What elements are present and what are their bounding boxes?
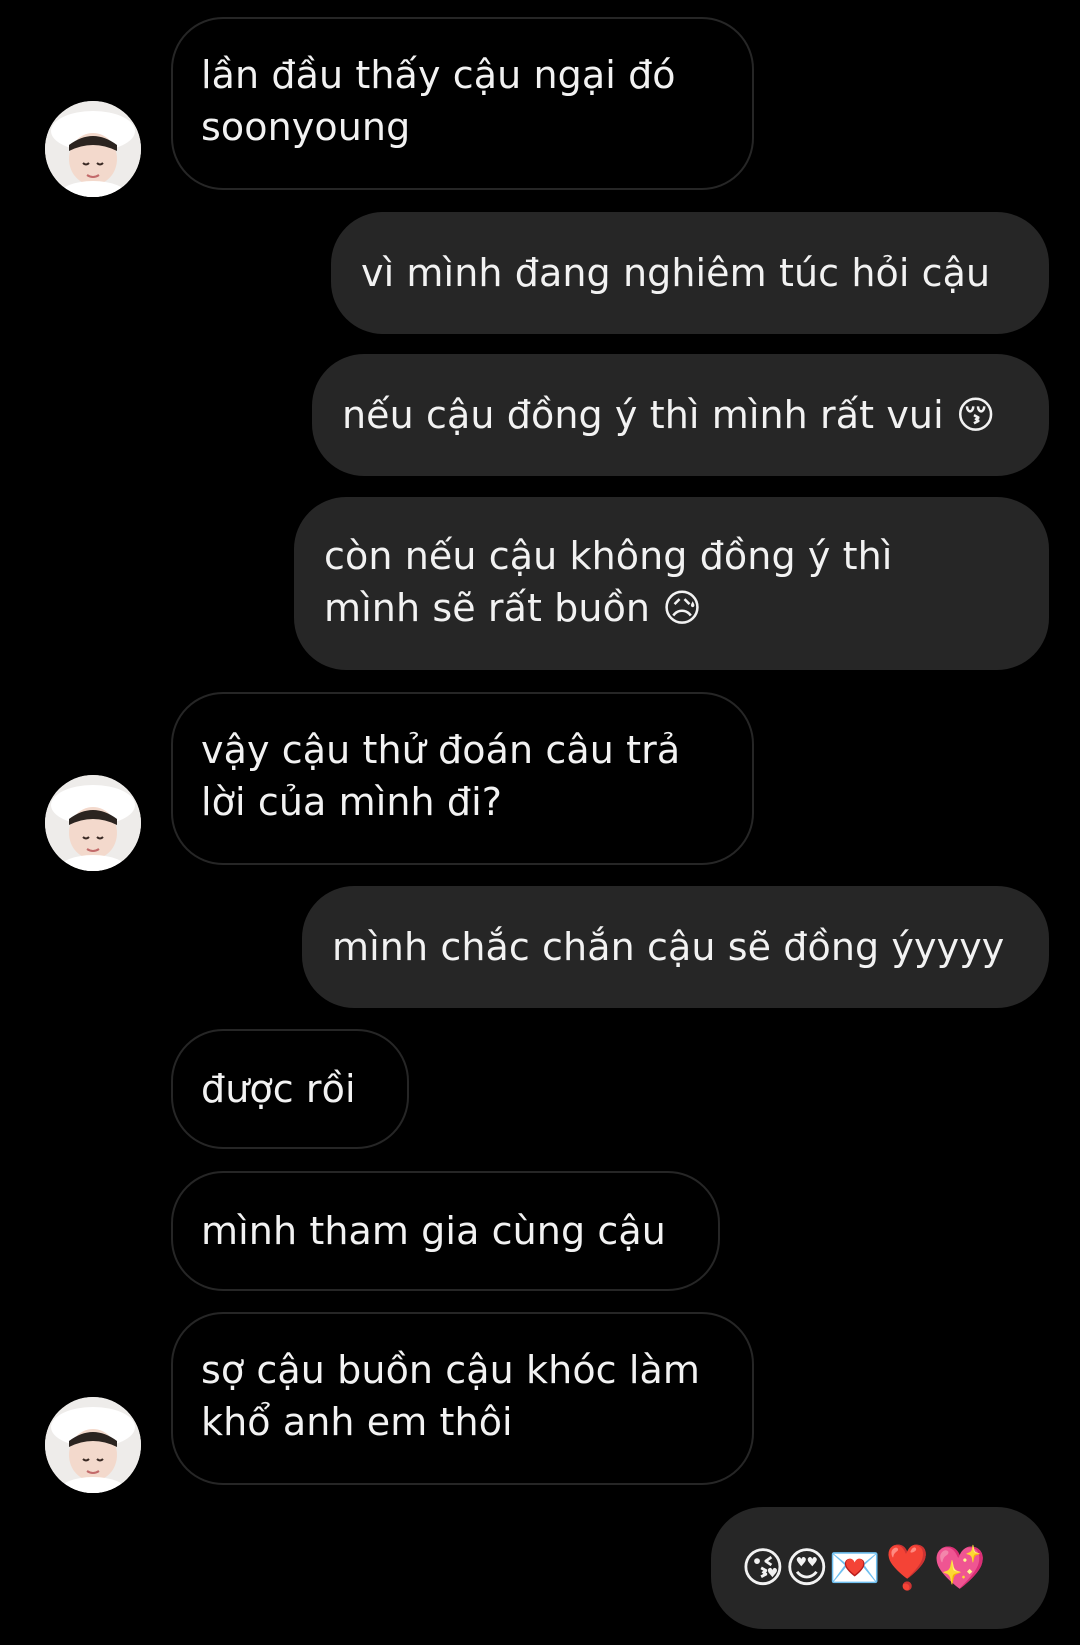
message-text: sợ cậu buồn cậu khóc làm xyxy=(201,1348,700,1392)
message-bubble-incoming[interactable]: sợ cậu buồn cậu khóc làm khổ anh em thôi xyxy=(171,1312,754,1485)
message-bubble-outgoing[interactable]: mình chắc chắn cậu sẽ đồng ýyyyy xyxy=(302,886,1049,1008)
message-bubble-incoming[interactable]: mình tham gia cùng cậu xyxy=(171,1171,720,1291)
message-text: được rồi xyxy=(201,1067,356,1111)
message-bubble-outgoing[interactable]: 😘😍💌❣️💖 xyxy=(711,1507,1049,1629)
message-bubble-incoming[interactable]: lần đầu thấy cậu ngại đó soonyoung xyxy=(171,17,754,190)
message-text: lời của mình đi? xyxy=(201,780,503,824)
message-text: mình tham gia cùng cậu xyxy=(201,1209,666,1253)
avatar-image xyxy=(45,1397,141,1493)
message-text: vậy cậu thử đoán câu trả xyxy=(201,728,681,772)
message-text: mình chắc chắn cậu sẽ đồng ýyyyy xyxy=(332,925,1005,969)
message-text: nếu cậu đồng ý thì mình rất vui 😚 xyxy=(342,393,996,437)
message-bubble-outgoing[interactable]: nếu cậu đồng ý thì mình rất vui 😚 xyxy=(312,354,1049,476)
message-bubble-incoming[interactable]: vậy cậu thử đoán câu trả lời của mình đi… xyxy=(171,692,754,865)
avatar-image xyxy=(45,775,141,871)
message-bubble-incoming[interactable]: được rồi xyxy=(171,1029,409,1149)
message-text: soonyoung xyxy=(201,105,411,149)
message-text: lần đầu thấy cậu ngại đó xyxy=(201,53,676,97)
avatar-image xyxy=(45,101,141,197)
avatar[interactable] xyxy=(45,101,141,197)
chat-thread: lần đầu thấy cậu ngại đó soonyoung vì mì… xyxy=(0,0,1080,1645)
message-text: mình sẽ rất buồn 😥 xyxy=(324,586,702,630)
message-bubble-outgoing[interactable]: vì mình đang nghiêm túc hỏi cậu xyxy=(331,212,1049,334)
message-text: còn nếu cậu không đồng ý thì xyxy=(324,534,893,578)
message-bubble-outgoing[interactable]: còn nếu cậu không đồng ý thì mình sẽ rất… xyxy=(294,497,1049,670)
avatar[interactable] xyxy=(45,1397,141,1493)
avatar[interactable] xyxy=(45,775,141,871)
message-text: khổ anh em thôi xyxy=(201,1400,513,1444)
message-text: vì mình đang nghiêm túc hỏi cậu xyxy=(361,251,991,295)
emoji-message: 😘😍💌❣️💖 xyxy=(741,1543,986,1592)
